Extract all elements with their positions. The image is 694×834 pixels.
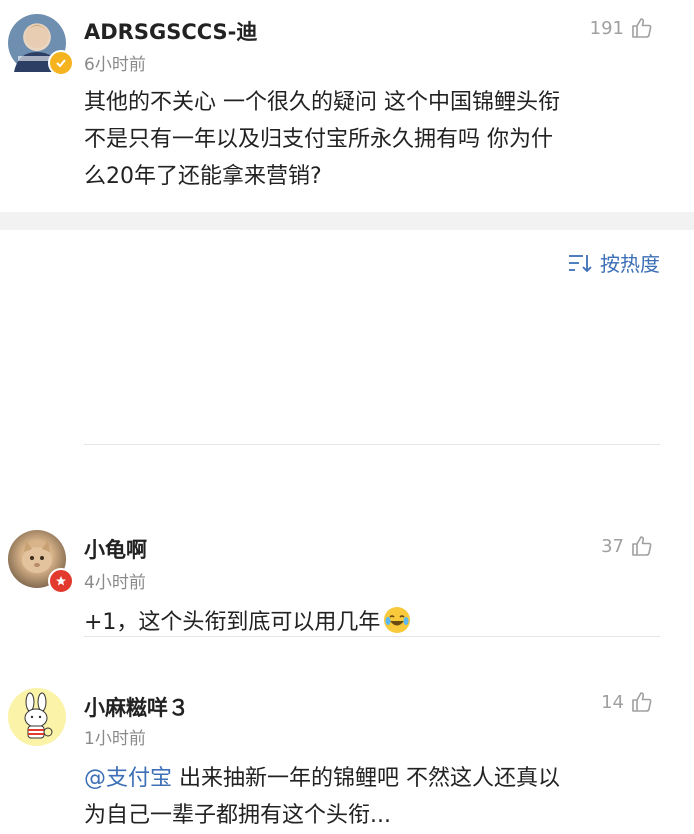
- divider: [84, 444, 660, 445]
- comment-time: 1小时前: [84, 729, 146, 749]
- username[interactable]: ADRSGSCCS-迪: [84, 16, 257, 46]
- like-count: 191: [589, 17, 624, 39]
- username[interactable]: 小麻糍咩３: [84, 692, 189, 722]
- comment-line: +1，这个头衔到底可以用几年: [84, 610, 381, 635]
- like-button[interactable]: 14: [601, 690, 654, 714]
- sort-toggle[interactable]: 按热度: [568, 248, 660, 277]
- verified-badge-icon: [48, 50, 74, 76]
- mention-link[interactable]: @支付宝: [84, 766, 172, 791]
- thumbs-up-icon: [632, 536, 652, 556]
- like-button[interactable]: 191: [590, 16, 654, 40]
- section-divider: [0, 212, 694, 230]
- sort-label: 按热度: [600, 252, 660, 276]
- comment-line: 不是只有一年以及归支付宝所永久拥有吗 你为什: [84, 127, 553, 152]
- main-comment: ADRSGSCCS-迪 6小时前 191 其他的不关心 一个很久的疑问 这个中国…: [0, 0, 694, 212]
- comment-line: 为自己一辈子都拥有这个头衔...: [84, 803, 391, 828]
- comment-line: @支付宝 出来抽新一年的锦鲤吧 不然这人还真以: [84, 760, 560, 797]
- thumbs-up-icon: [632, 692, 652, 712]
- comment-text: @支付宝 出来抽新一年的锦鲤吧 不然这人还真以 为自己一辈子都拥有这个头衔...: [84, 760, 560, 834]
- comment-time: 4小时前: [84, 573, 146, 593]
- like-count: 37: [601, 535, 624, 557]
- comment-text: 其他的不关心 一个很久的疑问 这个中国锦鲤头衔 不是只有一年以及归支付宝所永久拥…: [84, 84, 560, 195]
- comment-text-part: 出来抽新一年的锦鲤吧 不然这人还真以: [172, 766, 561, 791]
- sort-icon: [569, 254, 592, 272]
- comment-line: 么20年了还能拿来营销?: [84, 164, 322, 189]
- like-button[interactable]: 37: [601, 534, 654, 558]
- comment-line: 其他的不关心 一个很久的疑问 这个中国锦鲤头衔: [84, 90, 560, 115]
- thumbs-up-icon: [632, 18, 652, 38]
- avatar[interactable]: [8, 688, 66, 746]
- username[interactable]: 小龟啊: [84, 534, 147, 564]
- laughing-tears-emoji: [384, 607, 411, 633]
- divider: [84, 636, 660, 637]
- comment-time: 6小时前: [84, 55, 146, 75]
- like-count: 14: [601, 691, 624, 713]
- member-badge-icon: [48, 568, 74, 594]
- bunny-icon: [24, 692, 53, 739]
